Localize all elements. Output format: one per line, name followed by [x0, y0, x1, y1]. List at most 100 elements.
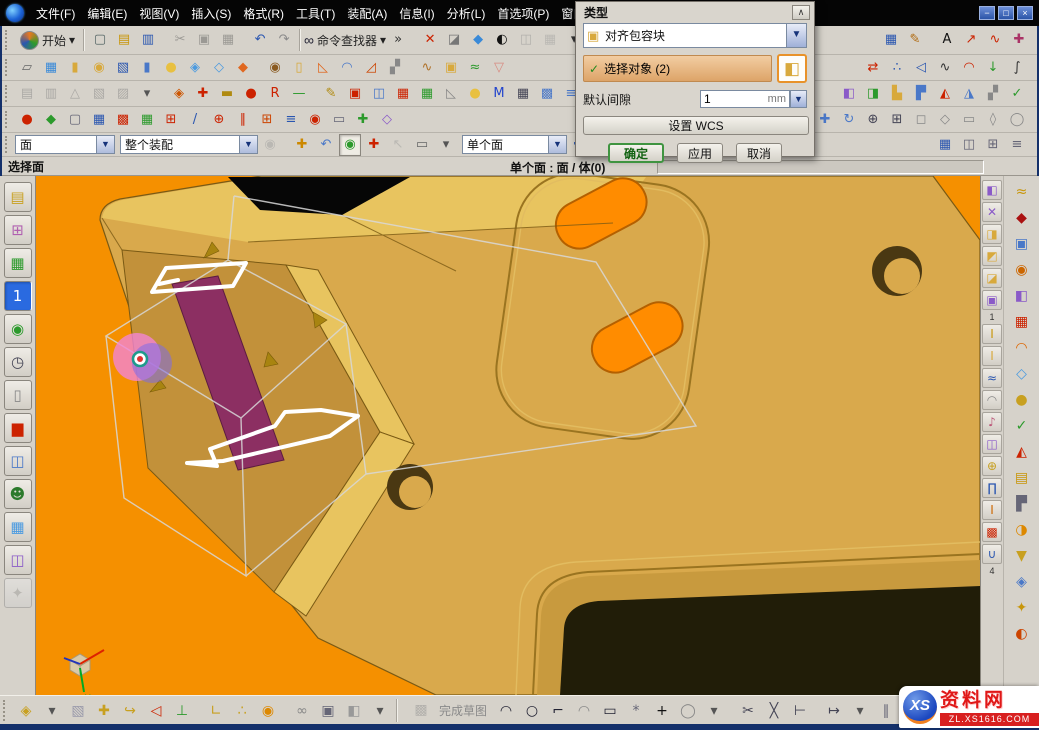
- flag-face-icon[interactable]: ◭: [1009, 440, 1035, 464]
- check-regions-icon[interactable]: ✓: [1009, 414, 1035, 438]
- bounding-block-icon-button[interactable]: ◧: [777, 54, 807, 83]
- make-corner-icon[interactable]: ⊢: [788, 699, 812, 723]
- mirror-assembly-icon[interactable]: ◁: [144, 699, 168, 723]
- type-filter-select[interactable]: 面 ▼: [15, 135, 115, 154]
- coin-stack-icon[interactable]: ●: [1009, 388, 1035, 412]
- menu-format[interactable]: 格式(R): [237, 3, 290, 24]
- sphere-icon[interactable]: ●: [160, 57, 182, 79]
- part-navigator-icon[interactable]: ▦: [4, 248, 32, 278]
- rgb-analysis-icon[interactable]: ▦: [416, 83, 438, 105]
- history-globe-icon[interactable]: ◉: [4, 314, 32, 344]
- target-circle-icon[interactable]: ◉: [304, 109, 326, 131]
- face-snap-icon[interactable]: ◫: [958, 134, 980, 156]
- studio-spline-icon[interactable]: ∿: [984, 29, 1006, 51]
- sheet-body-icon[interactable]: ▤: [1009, 466, 1035, 490]
- rect-select-icon[interactable]: ▭: [411, 134, 433, 156]
- shaded-display-icon[interactable]: ◆: [467, 29, 489, 51]
- constraint-dropdown-icon[interactable]: ▾: [848, 699, 872, 723]
- mirror-feature-icon[interactable]: ◁: [910, 57, 932, 79]
- close-button[interactable]: ×: [1017, 6, 1033, 20]
- shrinkage-icon[interactable]: ▦: [1009, 310, 1035, 334]
- linear-dimension-icon[interactable]: I: [982, 324, 1002, 344]
- wireframe-view-icon[interactable]: ◯: [1006, 109, 1028, 131]
- gap-unit-label[interactable]: mm: [758, 90, 790, 108]
- cut-face-icon[interactable]: ◩: [982, 246, 1002, 266]
- funnel-icon[interactable]: ▼: [1009, 544, 1035, 568]
- toolbar-grip[interactable]: [5, 111, 12, 129]
- project-curve-icon[interactable]: ↓: [982, 57, 1004, 79]
- plus-curve-icon[interactable]: ✚: [352, 109, 374, 131]
- body-snap-icon[interactable]: ⊞: [982, 134, 1004, 156]
- fillet-corner-icon[interactable]: ◠: [572, 699, 596, 723]
- pattern-table-icon[interactable]: ▦: [392, 83, 414, 105]
- grid-snap-icon[interactable]: ▦: [934, 134, 956, 156]
- pattern-star-icon[interactable]: *: [624, 699, 648, 723]
- note-symbol-icon[interactable]: ♪: [982, 412, 1002, 432]
- offset-surface-icon[interactable]: ▽: [488, 57, 510, 79]
- measure-pencil-icon[interactable]: ✎: [320, 83, 342, 105]
- cube-outline-icon[interactable]: ▢: [64, 109, 86, 131]
- menu-preferences[interactable]: 首选项(P): [491, 3, 555, 24]
- undo-icon[interactable]: ↶: [249, 29, 271, 51]
- cylinder-icon[interactable]: ▮: [136, 57, 158, 79]
- menu-information[interactable]: 信息(I): [393, 3, 440, 24]
- set-wcs-button[interactable]: 设置 WCS: [583, 116, 809, 135]
- parallel-lines-icon[interactable]: ∥: [232, 109, 254, 131]
- cancel-button[interactable]: 取消: [736, 143, 782, 163]
- intersect-icon[interactable]: ◆: [232, 57, 254, 79]
- pan-view-icon[interactable]: ✚: [814, 109, 836, 131]
- m-mode-icon[interactable]: M: [488, 83, 510, 105]
- pattern-grid-icon[interactable]: ▦: [88, 109, 110, 131]
- dot-grid-icon[interactable]: ▩: [536, 83, 558, 105]
- assembly-navigator-icon[interactable]: ▤: [4, 182, 32, 212]
- check-body-icon[interactable]: ◨: [862, 83, 884, 105]
- add-component-icon[interactable]: ✚: [92, 699, 116, 723]
- point-list-icon[interactable]: ●: [240, 83, 262, 105]
- pin-symbol-icon[interactable]: I: [982, 500, 1002, 520]
- scene-image-icon[interactable]: ▦: [4, 512, 32, 542]
- undo-selection-icon[interactable]: ↶: [315, 134, 337, 156]
- spline-curve-icon[interactable]: ∿: [934, 57, 956, 79]
- swept-icon[interactable]: ∿: [416, 57, 438, 79]
- revolve-icon[interactable]: ◉: [88, 57, 110, 79]
- arc-icon[interactable]: ◠: [494, 699, 518, 723]
- list-snap-icon[interactable]: ≡: [1006, 134, 1028, 156]
- menu-assemblies[interactable]: 装配(A): [341, 3, 393, 24]
- grid-display-icon[interactable]: ▦: [880, 29, 902, 51]
- plus-point-icon[interactable]: +: [650, 699, 674, 723]
- constraint-arrow-icon[interactable]: ↦: [822, 699, 846, 723]
- cross-rect-icon[interactable]: ⊞: [160, 109, 182, 131]
- selection-filter-clear-icon[interactable]: ✕: [419, 29, 441, 51]
- cavity-block-icon[interactable]: ◆: [1009, 206, 1035, 230]
- chevron-down-icon[interactable]: ▼: [239, 136, 257, 153]
- fit-view-icon[interactable]: ◈: [168, 83, 190, 105]
- line-icon[interactable]: /: [184, 109, 206, 131]
- hatch-face-icon[interactable]: ▞: [982, 83, 1004, 105]
- law-curve-icon[interactable]: ∫: [1006, 57, 1028, 79]
- chevron-down-icon[interactable]: ▼: [96, 136, 114, 153]
- bridge-curve-icon[interactable]: ◠: [958, 57, 980, 79]
- wedge-right-icon[interactable]: ◮: [958, 83, 980, 105]
- replace-face-icon[interactable]: ▣: [982, 290, 1002, 310]
- calculator-icon[interactable]: ▦: [512, 83, 534, 105]
- core-block-icon[interactable]: ▣: [1009, 232, 1035, 256]
- cube-dropdown-icon[interactable]: ▾: [368, 699, 392, 723]
- internet-explorer-icon[interactable]: 1: [4, 281, 32, 311]
- chevron-down-icon[interactable]: ▼: [548, 136, 566, 153]
- ok-button[interactable]: 确定: [608, 143, 664, 163]
- workpiece-icon[interactable]: ◉: [1009, 258, 1035, 282]
- dialog-title-bar[interactable]: 类型 ∧: [576, 2, 814, 22]
- zoom-view-icon[interactable]: ⊕: [862, 109, 884, 131]
- ruler-measure-icon[interactable]: ▬: [216, 83, 238, 105]
- mold-csys-icon[interactable]: ◧: [1009, 284, 1035, 308]
- thicken-icon[interactable]: ▣: [440, 57, 462, 79]
- flat-rect-icon[interactable]: ▭: [328, 109, 350, 131]
- round-hole-center[interactable]: [387, 464, 433, 510]
- section-roll-icon[interactable]: ◫: [368, 83, 390, 105]
- angular-dimension-icon[interactable]: I: [982, 346, 1002, 366]
- edge-blend-icon[interactable]: ◠: [336, 57, 358, 79]
- new-file-icon[interactable]: ▢: [89, 29, 111, 51]
- menu-view[interactable]: 视图(V): [133, 3, 185, 24]
- graphics-viewport[interactable]: Y: [36, 176, 980, 695]
- cup-symbol-icon[interactable]: ∪: [982, 544, 1002, 564]
